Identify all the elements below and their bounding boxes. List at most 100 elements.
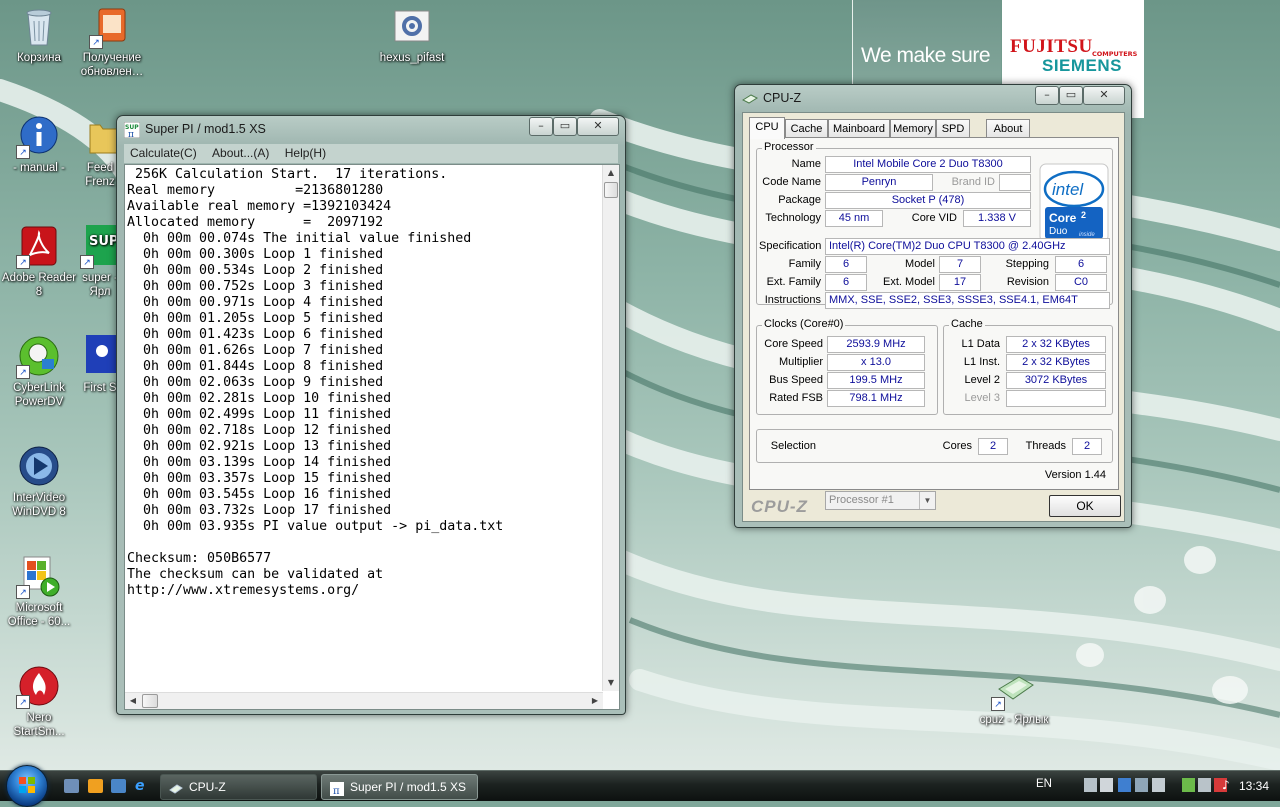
taskbar-button-cpuz[interactable]: CPU-Z — [160, 774, 317, 800]
desktop-icon-first-steps[interactable]: First S — [80, 333, 120, 395]
codename-value: Penryn — [825, 174, 933, 191]
taskbar-button-superpi[interactable]: π Super PI / mod1.5 XS — [321, 774, 478, 800]
tray-volume-icon[interactable]: ♪ — [1222, 778, 1235, 792]
superpi-window[interactable]: SUP π Super PI / mod1.5 XS – ▭ ✕ Calculat… — [116, 115, 626, 715]
banner-slogan: We make sure — [861, 44, 991, 67]
desktop-icon-label: Microsoft Office - 60... — [7, 602, 71, 628]
l1inst-label: L1 Inst. — [963, 356, 1000, 368]
start-button[interactable] — [6, 765, 48, 807]
folder-icon — [80, 113, 120, 159]
chevron-down-icon[interactable]: ▼ — [919, 492, 935, 509]
horizontal-scrollbar[interactable]: ◀ ▶ — [125, 692, 603, 709]
maximize-button[interactable]: ▭ — [553, 117, 577, 136]
desktop-icon-adobe-reader[interactable]: ↗ Adobe Reader 8 — [0, 223, 78, 299]
superpi-app-icon: π — [330, 780, 344, 797]
close-button[interactable]: ✕ — [577, 117, 619, 136]
cpuz-title: CPU-Z — [763, 91, 802, 105]
tray-network-icon[interactable] — [1198, 778, 1211, 792]
horizontal-scroll-thumb[interactable] — [142, 694, 158, 708]
tab-mainboard[interactable]: Mainboard — [828, 119, 890, 138]
desktop-icon-cpuz[interactable]: ↗ cpuz - Ярлык — [975, 665, 1053, 727]
shortcut-arrow-icon: ↗ — [16, 695, 30, 709]
superpi-titlebar[interactable]: SUP π Super PI / mod1.5 XS – ▭ ✕ — [117, 116, 625, 142]
tray-battery-icon[interactable] — [1182, 778, 1195, 792]
cpuz-version: Version 1.44 — [1044, 469, 1106, 481]
brandid-value — [999, 174, 1031, 191]
superpi-icon: SUP ↗ — [80, 223, 120, 269]
desktop-icon-ms-office[interactable]: ↗ Microsoft Office - 60... — [0, 553, 78, 629]
menu-about[interactable]: About...(A) — [206, 144, 275, 160]
processor-select[interactable]: Processor #1 ▼ — [825, 491, 936, 510]
first-steps-icon — [80, 333, 120, 379]
minimize-button[interactable]: – — [529, 117, 553, 136]
scroll-up-icon[interactable]: ▲ — [603, 165, 619, 181]
tab-about[interactable]: About — [986, 119, 1030, 138]
tab-spd[interactable]: SPD — [936, 119, 970, 138]
tray-clock[interactable]: 13:34 — [1239, 779, 1269, 793]
desktop-icon-recycle-bin[interactable]: Корзина — [0, 3, 78, 65]
vertical-scroll-thumb[interactable] — [604, 182, 618, 198]
desktop-icon-superpi[interactable]: SUP ↗ super - Ярл — [80, 223, 120, 299]
desktop-icon-nero[interactable]: ↗ Nero StartSm... — [0, 663, 78, 739]
switch-windows-icon[interactable] — [111, 779, 126, 793]
logo-siemens: SIEMENS — [1042, 56, 1123, 75]
level3-value — [1006, 390, 1106, 407]
brandid-label: Brand ID — [951, 176, 995, 188]
cpuz-chip-icon: ↗ — [991, 665, 1037, 711]
svg-text:π: π — [128, 130, 134, 138]
cache-group: Cache L1 Data 2 x 32 KBytes L1 Inst. 2 x… — [943, 318, 1113, 415]
media-player-icon[interactable] — [88, 779, 103, 793]
menu-help[interactable]: Help(H) — [279, 144, 332, 160]
language-indicator[interactable]: EN — [1036, 778, 1052, 790]
cyberlink-icon: ↗ — [16, 333, 62, 379]
cpuz-titlebar[interactable]: CPU-Z – ▭ ✕ — [735, 85, 1131, 111]
desktop-icon-manual[interactable]: ↗ - manual - — [0, 113, 78, 175]
family-label: Family — [788, 258, 821, 270]
tray-network-tool-icon[interactable] — [1084, 778, 1097, 792]
ok-button[interactable]: OK — [1049, 495, 1121, 517]
scroll-right-icon[interactable]: ▶ — [587, 693, 603, 709]
nero-icon: ↗ — [16, 663, 62, 709]
internet-explorer-icon[interactable]: e — [135, 779, 150, 793]
menu-calculate[interactable]: Calculate(C) — [124, 144, 203, 160]
cores-value: 2 — [978, 438, 1008, 455]
maximize-button[interactable]: ▭ — [1059, 86, 1083, 105]
superpi-output-area[interactable]: 256K Calculation Start. 17 iterations. R… — [124, 164, 620, 710]
desktop-icon-hexus-pifast[interactable]: hexus_pifast — [373, 3, 451, 65]
tray-tool-icon[interactable] — [1152, 778, 1165, 792]
vertical-scrollbar[interactable]: ▲ ▼ — [602, 165, 619, 691]
shortcut-arrow-icon: ↗ — [80, 255, 94, 269]
tray-security-icon[interactable] — [1100, 778, 1113, 792]
cpuz-window[interactable]: CPU-Z – ▭ ✕ CPU Cache Mainboard Memory S… — [734, 84, 1132, 528]
desktop-icon-cyberlink[interactable]: ↗ CyberLink PowerDV — [0, 333, 78, 409]
multiplier-label: Multiplier — [778, 356, 823, 368]
tray-display-icon[interactable] — [1118, 778, 1131, 792]
desktop-icon-windvd[interactable]: InterVideo WinDVD 8 — [0, 443, 78, 519]
updates-icon: ↗ — [89, 3, 135, 49]
processor-group-title: Processor — [762, 141, 816, 153]
superpi-app-icon: SUP π — [123, 121, 141, 140]
superpi-title: Super PI / mod1.5 XS — [145, 122, 266, 136]
scroll-down-icon[interactable]: ▼ — [603, 675, 619, 691]
tray-bluetooth-icon[interactable] — [1135, 778, 1148, 792]
shortcut-arrow-icon: ↗ — [16, 255, 30, 269]
close-button[interactable]: ✕ — [1083, 86, 1125, 105]
minimize-button[interactable]: – — [1035, 86, 1059, 105]
tab-cache[interactable]: Cache — [785, 119, 828, 138]
svg-text:π: π — [333, 786, 340, 796]
desktop-icon-updates[interactable]: ↗ Получение обновлен… — [73, 3, 151, 79]
clocks-group-title: Clocks (Core#0) — [762, 318, 846, 330]
desktop-icon-feed[interactable]: Feed Frenz — [80, 113, 120, 189]
desktop-icon-label: Feed Frenz — [85, 162, 115, 188]
selection-label: Selection — [770, 440, 816, 452]
logo-fujitsu: FUJITSU — [1010, 36, 1093, 57]
show-desktop-icon[interactable] — [64, 779, 79, 793]
extmodel-value: 17 — [939, 274, 981, 291]
processor-select-value: Processor #1 — [829, 494, 894, 506]
tab-memory[interactable]: Memory — [890, 119, 936, 138]
corevid-value: 1.338 V — [963, 210, 1031, 227]
close-icon: ✕ — [593, 119, 603, 132]
scroll-left-icon[interactable]: ◀ — [125, 693, 141, 709]
extmodel-label: Ext. Model — [883, 276, 935, 288]
tab-cpu[interactable]: CPU — [749, 117, 785, 139]
